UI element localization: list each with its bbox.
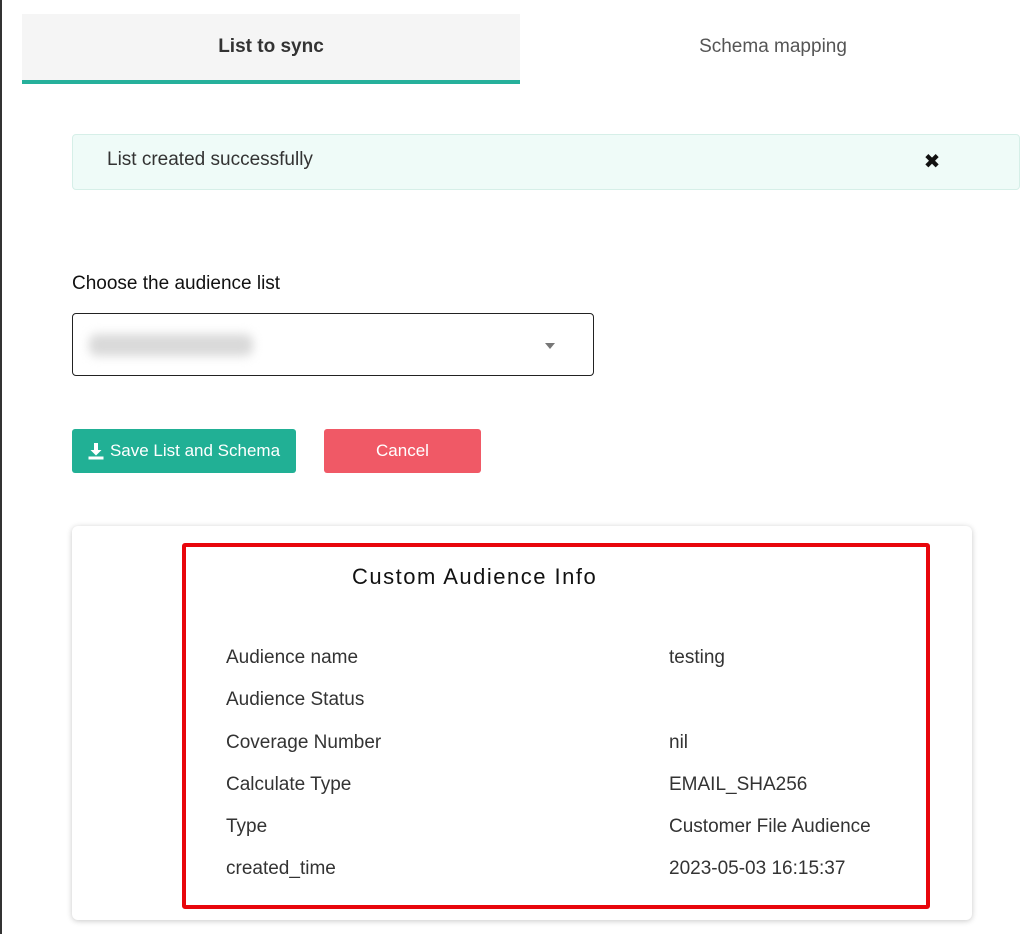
info-key: Coverage Number — [226, 732, 382, 753]
tab-schema-mapping-label: Schema mapping — [699, 36, 847, 57]
info-value: nil — [669, 732, 689, 753]
tab-schema-mapping[interactable]: Schema mapping — [520, 14, 1024, 80]
audience-list-select[interactable] — [72, 313, 594, 376]
info-row-coverage-number: Coverage Number nil — [226, 732, 926, 762]
info-value: Customer File Audience — [669, 816, 871, 837]
info-row-calculate-type: Calculate Type EMAIL_SHA256 — [226, 774, 926, 804]
tab-list-to-sync[interactable]: List to sync — [22, 14, 520, 84]
info-key: created_time — [226, 858, 336, 879]
select-value-redacted — [89, 334, 253, 356]
info-card-title: Custom Audience Info — [352, 564, 598, 589]
tab-list-to-sync-label: List to sync — [218, 36, 324, 57]
info-row-audience-status: Audience Status — [226, 689, 926, 719]
cancel-button[interactable]: Cancel — [324, 429, 481, 473]
success-alert: List created successfully ✖ — [72, 134, 1020, 190]
info-row-audience-name: Audience name testing — [226, 647, 926, 677]
cancel-button-label: Cancel — [376, 441, 429, 460]
page: List to sync Schema mapping List created… — [0, 0, 1024, 934]
info-key: Audience name — [226, 647, 359, 668]
info-key: Type — [226, 816, 268, 837]
close-icon[interactable]: ✖ — [921, 150, 943, 173]
info-value: testing — [669, 647, 725, 668]
info-key: Calculate Type — [226, 774, 352, 795]
highlight-annotation-box — [182, 543, 930, 909]
custom-audience-info-card: Custom Audience Info Audience name testi… — [72, 526, 972, 920]
save-button-label: Save List and Schema — [109, 441, 281, 460]
info-row-created-time: created_time 2023-05-03 16:15:37 — [226, 858, 926, 888]
info-key: Audience Status — [226, 689, 365, 710]
download-icon — [88, 443, 104, 460]
info-row-type: Type Customer File Audience — [226, 816, 926, 846]
audience-list-label: Choose the audience list — [72, 273, 281, 294]
save-list-and-schema-button[interactable]: Save List and Schema — [72, 429, 296, 473]
tab-bar: List to sync Schema mapping — [22, 14, 1024, 84]
alert-message: List created successfully — [107, 149, 313, 170]
info-value: EMAIL_SHA256 — [669, 774, 808, 795]
chevron-down-icon — [545, 343, 555, 349]
info-value: 2023-05-03 16:15:37 — [669, 858, 846, 879]
